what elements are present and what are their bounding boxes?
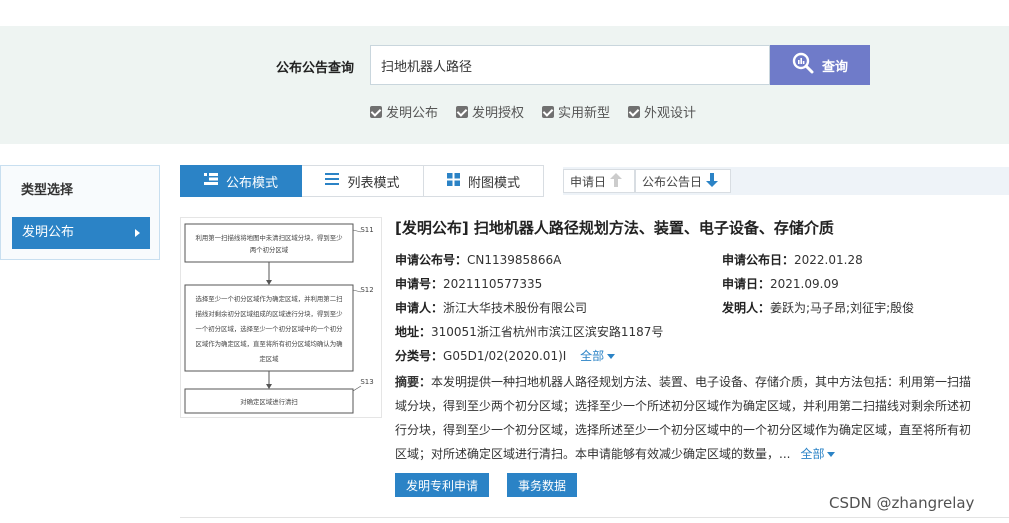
abstract: 摘要：本发明提供一种扫地机器人路径规划方法、装置、电子设备、存储介质，其中方法包…	[395, 370, 1009, 466]
caret-down-icon	[607, 354, 616, 359]
search-band: 公布公告查询 查询 发明公布 发明授权 实用新型 外观设	[0, 26, 1009, 144]
tab-list-mode[interactable]: 列表模式	[302, 165, 424, 197]
tab-publication-mode[interactable]: 公布模式	[180, 165, 302, 197]
grid-icon	[446, 172, 460, 190]
step-s12-line: 一个初分区域，选择至少一个初分区域中的一个初分	[196, 324, 344, 333]
step-s12-id: S12	[360, 286, 373, 294]
field-publication-number: 申请公布号：CN113985866A	[395, 251, 561, 268]
abstract-text: 本发明提供一种扫地机器人路径规划方法、装置、电子设备、存储介质，其中方法包括：利…	[431, 375, 972, 389]
field-label: 地址：	[395, 325, 432, 339]
step-s13-id: S13	[360, 378, 373, 386]
step-s11-line: 利用第一扫描线将地图中未清扫区域分块，得到至少	[196, 233, 344, 242]
filter-label: 实用新型	[558, 106, 611, 121]
field-value: 2021.09.09	[770, 277, 839, 291]
result-divider	[180, 517, 1009, 518]
transaction-data-button[interactable]: 事务数据	[507, 473, 578, 497]
step-s12-line: 描线对剩余初分区域组成的区域进行分块，得到至少	[196, 309, 344, 318]
field-classification: 分类号：G05D1/02(2020.01)I 全部	[395, 347, 616, 364]
abstract-line: 域分块，得到至少两个初分区域；选择至少一个所述初分区域作为确定区域，并利用第二扫…	[395, 399, 972, 413]
field-value: CN113985866A	[467, 253, 562, 267]
checkbox-checked-icon[interactable]	[542, 105, 555, 118]
field-applicant: 申请人：浙江大华技术股份有限公司	[395, 299, 587, 316]
field-value: 姜跃为;马子昂;刘征宇;殷俊	[770, 301, 915, 315]
watermark: CSDN @zhangrelay	[829, 494, 975, 512]
step-s12-line: 定区域	[259, 354, 279, 363]
filter-label: 发明公布	[386, 106, 439, 121]
abstract-line: 区域；对所述确定区域进行清扫。本申请能够有效减少确定区域的数量，... 全部	[395, 442, 1009, 466]
caret-down-icon	[827, 452, 836, 457]
step-s11-id: S11	[360, 226, 373, 234]
field-publication-date: 申请公布日：2022.01.28	[722, 251, 863, 268]
abstract-text: 区域；对所述确定区域进行清扫。本申请能够有效减少确定区域的数量，...	[395, 447, 791, 461]
search-label: 公布公告查询	[276, 61, 355, 76]
step-s13-line: 对确定区域进行清扫	[240, 397, 298, 406]
tab-label: 列表模式	[347, 175, 400, 191]
field-label: 申请公布号：	[395, 253, 468, 267]
result-title[interactable]: [发明公布] 扫地机器人路径规划方法、装置、电子设备、存储介质	[395, 217, 834, 238]
arrow-up-icon	[610, 172, 623, 190]
step-s12-line: 区域作为确定区域，直至将所有初分区域均确认为确	[196, 339, 343, 348]
filter-utility-model[interactable]: 实用新型	[542, 102, 610, 121]
field-value: 2022.01.28	[794, 253, 863, 267]
field-application-date: 申请日：2021.09.09	[722, 275, 839, 292]
chevron-right-icon	[135, 229, 140, 237]
filter-invention-publication[interactable]: 发明公布	[370, 102, 438, 121]
step-s11-line: 两个初分区域	[250, 245, 289, 254]
view-mode-tabs: 公布模式 列表模式 附图模式	[180, 165, 544, 197]
search-button[interactable]: 查询	[770, 45, 870, 85]
sidebar-item-invention-publication[interactable]: 发明公布	[12, 217, 150, 249]
field-label: 发明人：	[722, 301, 771, 315]
classification-all-link[interactable]: 全部	[580, 349, 616, 363]
checkbox-checked-icon[interactable]	[628, 105, 641, 118]
tab-figure-mode[interactable]: 附图模式	[424, 165, 544, 197]
field-label: 申请日：	[722, 277, 771, 291]
sort-publication-date[interactable]: 公布公告日	[635, 169, 731, 193]
field-label: 申请人：	[395, 301, 444, 315]
field-address: 地址：310051浙江省杭州市滨江区滨安路1187号	[395, 323, 663, 340]
sort-application-date[interactable]: 申请日	[563, 169, 635, 193]
sort-label: 公布公告日	[642, 174, 703, 189]
field-value: 浙江大华技术股份有限公司	[443, 301, 588, 315]
type-sidebar: 类型选择 发明公布	[0, 165, 160, 260]
abstract-all-link[interactable]: 全部	[800, 447, 836, 461]
invention-application-button[interactable]: 发明专利申请	[395, 473, 490, 497]
list-icon	[325, 173, 340, 189]
field-label: 摘要：	[395, 375, 432, 389]
field-application-number: 申请号：2021110577335	[395, 275, 542, 292]
field-label: 分类号：	[395, 349, 444, 363]
link-label: 全部	[580, 349, 605, 363]
field-value: G05D1/02(2020.01)I	[443, 349, 567, 363]
search-icon	[792, 52, 814, 78]
step-s12-line: 选择至少一个初分区域作为确定区域，并利用第二扫	[196, 294, 343, 303]
arrow-down-icon	[706, 172, 719, 190]
abstract-line: 摘要：本发明提供一种扫地机器人路径规划方法、装置、电子设备、存储介质，其中方法包…	[395, 370, 1009, 394]
checkbox-checked-icon[interactable]	[370, 105, 382, 118]
sidebar-title: 类型选择	[21, 183, 74, 198]
tab-label: 公布模式	[225, 175, 278, 191]
patent-figure-thumbnail[interactable]: 利用第一扫描线将地图中未清扫区域分块，得到至少 两个初分区域 S11 选择至少一…	[180, 217, 382, 418]
abstract-line: 行分块，得到至少一个初分区域，选择所述至少一个初分区域中的一个初分区域作为确定区…	[395, 423, 972, 437]
field-value: 310051浙江省杭州市滨江区滨安路1187号	[431, 325, 664, 339]
filter-design[interactable]: 外观设计	[628, 102, 696, 121]
type-filters: 发明公布 发明授权 实用新型 外观设计	[370, 102, 696, 121]
tab-label: 附图模式	[467, 175, 520, 191]
sort-label: 申请日	[570, 174, 607, 189]
sidebar-item-label: 发明公布	[22, 225, 75, 240]
search-button-label: 查询	[821, 59, 848, 75]
filter-label: 发明授权	[472, 106, 525, 121]
flowchart-diagram: 利用第一扫描线将地图中未清扫区域分块，得到至少 两个初分区域 S11 选择至少一…	[184, 223, 374, 414]
field-value: 2021110577335	[443, 277, 543, 291]
filter-invention-grant[interactable]: 发明授权	[456, 102, 524, 121]
link-label: 全部	[800, 447, 825, 461]
filter-label: 外观设计	[644, 106, 697, 121]
search-input[interactable]	[370, 45, 770, 85]
list-bullets-icon	[203, 173, 218, 189]
field-inventor: 发明人：姜跃为;马子昂;刘征宇;殷俊	[722, 299, 914, 316]
checkbox-checked-icon[interactable]	[456, 105, 469, 118]
sort-bar: 申请日 公布公告日	[563, 167, 1009, 195]
field-label: 申请公布日：	[722, 253, 795, 267]
field-label: 申请号：	[395, 277, 444, 291]
